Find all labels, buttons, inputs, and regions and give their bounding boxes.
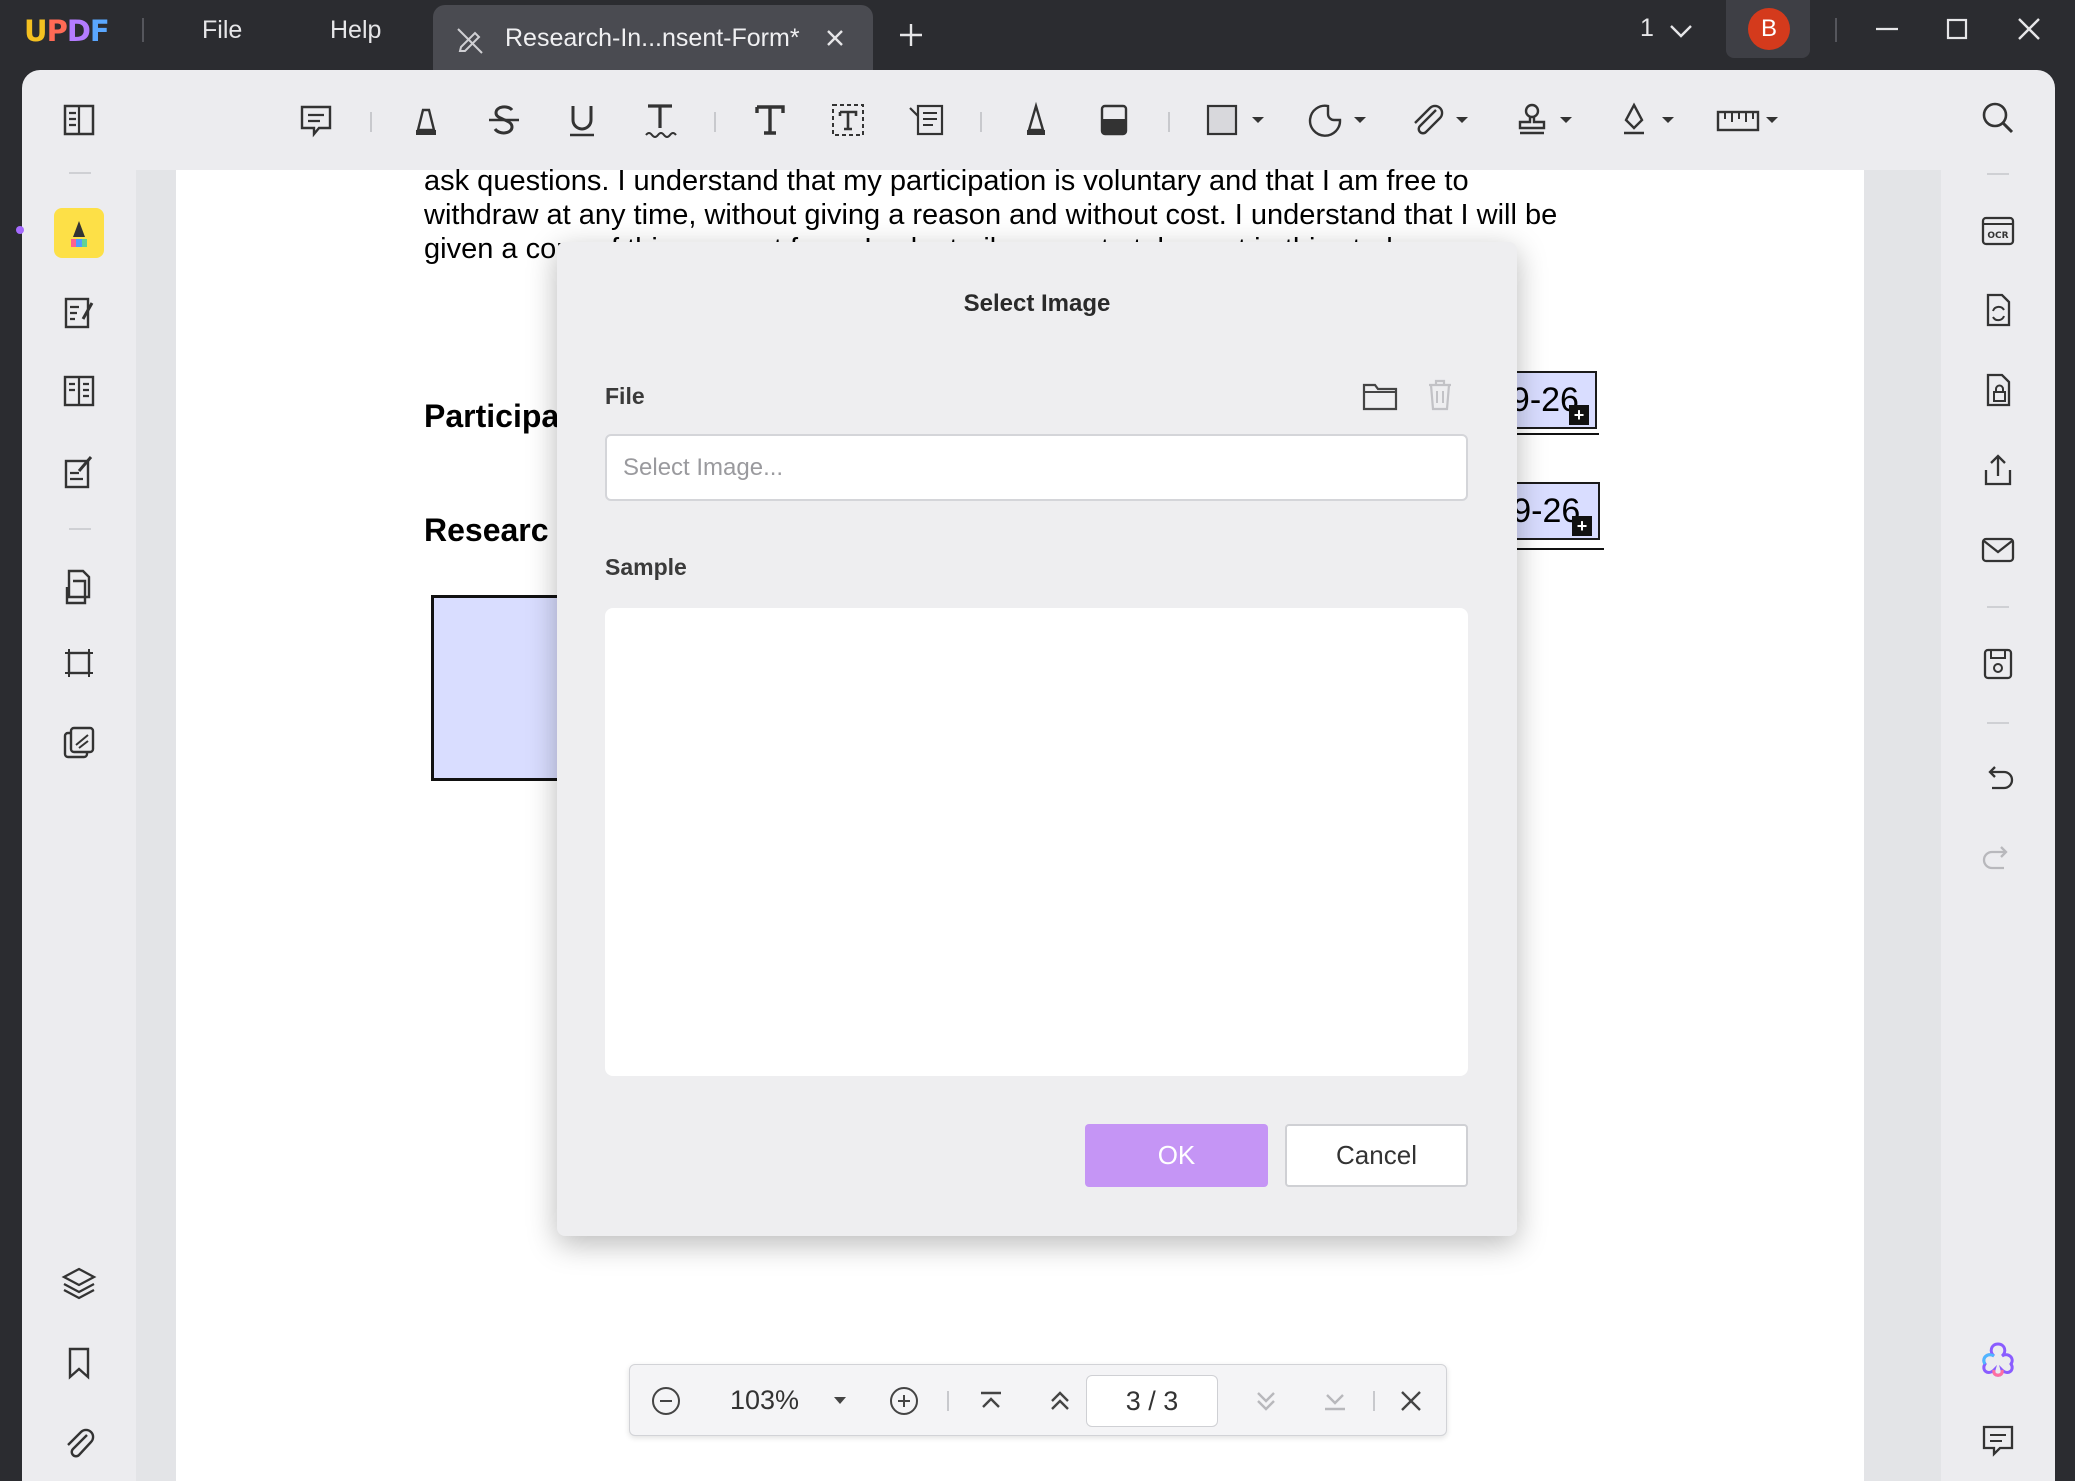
textbox-icon[interactable] [828, 98, 868, 142]
dialog-title: Select Image [963, 290, 1111, 317]
close-window-icon[interactable] [2014, 14, 2044, 44]
annotation-toolbar [136, 70, 1941, 170]
comment-icon[interactable] [296, 98, 336, 142]
toolbar-divider [980, 112, 982, 132]
tab-title: Research-In...nsent-Form* [505, 24, 800, 52]
convert-icon[interactable] [1976, 288, 2020, 332]
researcher-label: Researc [424, 512, 549, 548]
text-icon[interactable] [750, 98, 790, 142]
title-divider [1835, 18, 1837, 42]
document-text-line: withdraw at any time, without giving a r… [424, 199, 1558, 231]
page-tools-icon[interactable] [54, 718, 104, 768]
sidebar-divider [69, 172, 91, 174]
attachment-panel-icon[interactable] [54, 1418, 104, 1468]
last-page-icon[interactable] [1319, 1385, 1351, 1417]
title-divider [142, 18, 144, 42]
title-bar: UPDF File Help Research-In...nsent-Form*… [0, 0, 2075, 70]
close-tab-icon[interactable] [821, 24, 849, 52]
add-field-icon[interactable]: + [1569, 405, 1589, 425]
zoom-out-icon[interactable] [650, 1385, 682, 1417]
file-path-input[interactable] [605, 434, 1468, 501]
stamp-icon[interactable] [1512, 98, 1578, 142]
comment-mode-icon[interactable] [54, 208, 104, 258]
shape-icon[interactable] [1204, 98, 1270, 142]
menu-file[interactable]: File [202, 16, 242, 45]
toolbar-divider [370, 112, 372, 132]
select-image-dialog: Select Image File Sample OK Cancel [557, 242, 1517, 1236]
zoom-divider [1373, 1391, 1375, 1411]
strikethrough-icon[interactable] [484, 98, 524, 142]
participant-label: Participa [424, 398, 560, 434]
email-icon[interactable] [1976, 528, 2020, 572]
page-number-input[interactable]: 3 / 3 [1086, 1375, 1218, 1427]
user-menu[interactable]: B [1726, 0, 1810, 58]
document-tab[interactable]: Research-In...nsent-Form* [433, 5, 873, 70]
menu-help[interactable]: Help [330, 16, 381, 45]
new-tab-icon[interactable] [896, 20, 926, 50]
organize-pages-icon[interactable] [54, 366, 104, 416]
ocr-icon[interactable]: OCR [1976, 208, 2020, 252]
bookmark-icon[interactable] [54, 1338, 104, 1388]
minimize-icon[interactable] [1872, 14, 1902, 44]
toolbar-divider [1168, 112, 1170, 132]
updf-logo: UPDF [24, 14, 110, 48]
sidebar-divider [1987, 606, 2009, 608]
chevron-down-icon[interactable] [1668, 20, 1694, 42]
layers-icon[interactable] [54, 1258, 104, 1308]
sticker-icon[interactable] [1306, 98, 1372, 142]
avatar[interactable]: B [1748, 8, 1790, 50]
crop-page-icon[interactable] [54, 638, 104, 688]
zoom-divider [947, 1391, 949, 1411]
ok-button[interactable]: OK [1085, 1124, 1268, 1187]
zoom-dropdown-icon[interactable] [824, 1385, 856, 1417]
previous-page-icon[interactable] [1044, 1385, 1076, 1417]
text-callout-icon[interactable] [906, 98, 946, 142]
ai-assistant-icon[interactable] [1976, 1338, 2020, 1382]
highlight-icon[interactable] [406, 98, 446, 142]
sidebar-divider [1987, 173, 2009, 175]
reader-mode-icon[interactable] [54, 95, 104, 145]
first-page-icon[interactable] [975, 1385, 1007, 1417]
active-indicator [16, 226, 24, 234]
maximize-icon[interactable] [1942, 14, 1972, 44]
undo-icon[interactable] [1976, 756, 2020, 800]
edit-pdf-icon[interactable] [54, 288, 104, 338]
eraser-icon[interactable] [1094, 98, 1134, 142]
sidebar-divider [1987, 722, 2009, 724]
fill-sign-icon[interactable] [54, 446, 104, 496]
protect-icon[interactable] [1976, 368, 2020, 412]
cancel-button[interactable]: Cancel [1285, 1124, 1468, 1187]
signature-icon[interactable] [1614, 98, 1680, 142]
zoom-bar: 103% 3 / 3 [629, 1364, 1447, 1436]
sample-label: Sample [605, 554, 687, 580]
pencil-icon[interactable] [1016, 98, 1056, 142]
left-sidebar [16, 70, 136, 1481]
zoom-level[interactable]: 103% [730, 1385, 799, 1416]
attachment-icon[interactable] [1408, 98, 1474, 142]
sidebar-divider [69, 528, 91, 530]
share-icon[interactable] [1976, 448, 2020, 492]
document-text-line: ask questions. I understand that my part… [424, 165, 1469, 197]
next-page-icon[interactable] [1250, 1385, 1282, 1417]
zoom-in-icon[interactable] [888, 1385, 920, 1417]
save-icon[interactable] [1976, 642, 2020, 686]
close-zoombar-icon[interactable] [1395, 1385, 1427, 1417]
underline-icon[interactable] [562, 98, 602, 142]
window-page-indicator[interactable]: 1 [1640, 14, 1654, 43]
search-icon[interactable] [1976, 96, 2020, 140]
measure-icon[interactable] [1714, 98, 1780, 142]
sample-preview [605, 608, 1468, 1076]
add-field-icon[interactable]: + [1572, 516, 1592, 536]
comments-panel-icon[interactable] [1976, 1418, 2020, 1462]
convert-pdf-icon[interactable] [54, 562, 104, 612]
toolbar-divider [714, 112, 716, 132]
file-label: File [605, 383, 645, 409]
right-sidebar: OCR [1941, 70, 2055, 1481]
svg-text:OCR: OCR [1987, 231, 2008, 241]
edit-off-icon [457, 28, 483, 54]
redo-icon[interactable] [1976, 836, 2020, 880]
squiggly-icon[interactable] [640, 98, 680, 142]
trash-icon[interactable] [1423, 376, 1457, 412]
folder-icon[interactable] [1360, 378, 1400, 414]
